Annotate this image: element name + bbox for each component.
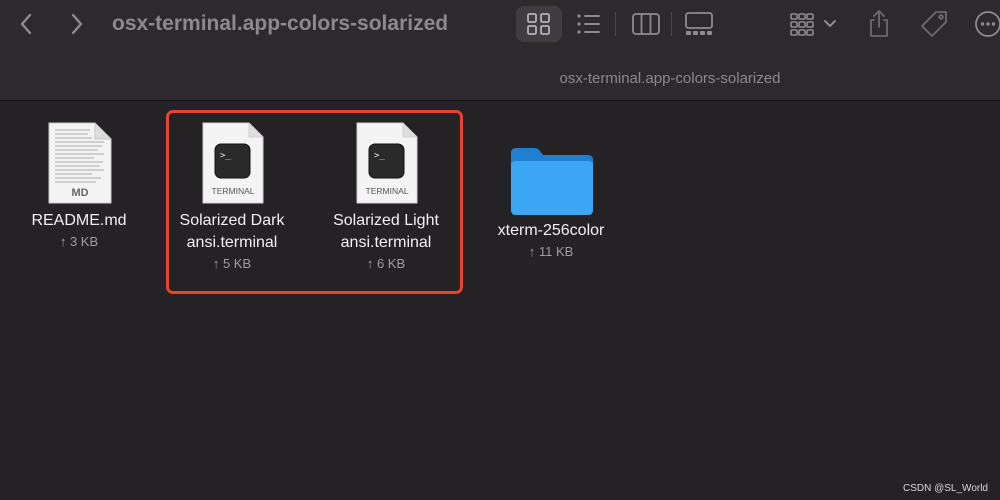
share-button[interactable] — [862, 6, 896, 42]
folder-icon-wrap — [476, 140, 626, 220]
watermark: CSDN @SL_World — [903, 483, 988, 494]
grid-view-icon — [527, 13, 550, 35]
more-button[interactable] — [970, 6, 1000, 42]
folder-name: xterm-256color — [497, 222, 605, 239]
list-view-icon — [577, 14, 600, 34]
file-icon-wrap: MD — [4, 120, 154, 210]
grid-view-button[interactable] — [516, 6, 562, 42]
forward-button[interactable] — [63, 10, 91, 38]
toolbar-separator — [615, 12, 616, 36]
toolbar: osx-terminal.app-colors-solarized osx-te… — [0, 0, 1000, 101]
file-name: README.md — [31, 212, 127, 229]
chevron-down-icon — [824, 20, 836, 27]
list-view-button[interactable] — [570, 6, 608, 42]
md-label: MD — [71, 187, 88, 199]
gallery-view-button[interactable] — [678, 6, 720, 42]
chevron-right-icon — [71, 13, 83, 35]
file-grid: MD README.md ↑ 3 KB >_ TERMINAL Solarize… — [0, 101, 1000, 500]
chevron-left-icon — [20, 13, 32, 35]
back-button[interactable] — [13, 10, 41, 38]
markdown-document-icon: MD — [48, 122, 112, 204]
path-bar-title: osx-terminal.app-colors-solarized — [559, 70, 781, 87]
window-title: osx-terminal.app-colors-solarized — [112, 12, 449, 35]
file-size: ↑ 3 KB — [59, 234, 99, 249]
tag-icon — [921, 11, 947, 37]
group-by-button[interactable] — [786, 6, 842, 42]
tag-button[interactable] — [914, 6, 954, 42]
column-view-icon — [632, 13, 660, 35]
highlight-box — [166, 110, 463, 294]
column-view-button[interactable] — [626, 6, 666, 42]
folder-icon — [511, 148, 593, 215]
folder-size: ↑ 11 KB — [528, 244, 574, 259]
folder-item-xterm[interactable]: xterm-256color ↑ 11 KB — [476, 140, 626, 261]
file-item-readme[interactable]: MD README.md ↑ 3 KB — [4, 120, 154, 251]
more-icon — [975, 11, 1000, 37]
share-icon — [870, 10, 888, 37]
group-by-icon — [790, 13, 836, 36]
toolbar-separator — [671, 12, 672, 36]
gallery-view-icon — [685, 12, 713, 35]
